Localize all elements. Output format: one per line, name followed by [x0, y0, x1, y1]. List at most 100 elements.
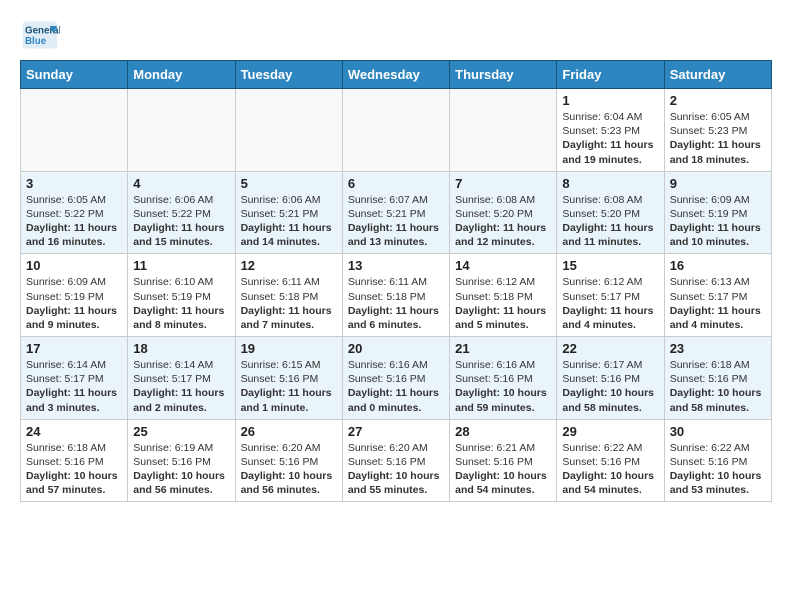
day-number: 17 — [26, 341, 122, 356]
calendar-week-row: 10 Sunrise: 6:09 AMSunset: 5:19 PMDayligh… — [21, 254, 772, 337]
logo-icon: General Blue — [20, 20, 60, 50]
day-detail: Sunrise: 6:04 AMSunset: 5:23 PMDaylight:… — [562, 110, 658, 167]
calendar-cell: 26 Sunrise: 6:20 AMSunset: 5:16 PMDayligh… — [235, 419, 342, 502]
calendar-cell: 29 Sunrise: 6:22 AMSunset: 5:16 PMDayligh… — [557, 419, 664, 502]
calendar-cell — [342, 89, 449, 172]
day-number: 16 — [670, 258, 766, 273]
calendar-cell: 5 Sunrise: 6:06 AMSunset: 5:21 PMDaylight… — [235, 171, 342, 254]
calendar-cell — [21, 89, 128, 172]
calendar-cell — [450, 89, 557, 172]
day-number: 13 — [348, 258, 444, 273]
svg-text:Blue: Blue — [25, 36, 47, 47]
day-number: 26 — [241, 424, 337, 439]
day-detail: Sunrise: 6:18 AMSunset: 5:16 PMDaylight:… — [670, 358, 766, 415]
day-detail: Sunrise: 6:22 AMSunset: 5:16 PMDaylight:… — [670, 441, 766, 498]
page-header: General Blue — [20, 20, 772, 50]
calendar-cell: 7Sunrise: 6:08 AMSunset: 5:20 PMDaylight… — [450, 171, 557, 254]
day-detail: Sunrise: 6:14 AMSunset: 5:17 PMDaylight:… — [26, 358, 122, 415]
day-detail: Sunrise: 6:06 AMSunset: 5:22 PMDaylight:… — [133, 193, 229, 250]
day-detail: Sunrise: 6:13 AMSunset: 5:17 PMDaylight:… — [670, 275, 766, 332]
calendar-cell: 25 Sunrise: 6:19 AMSunset: 5:16 PMDayligh… — [128, 419, 235, 502]
calendar-cell: 2 Sunrise: 6:05 AMSunset: 5:23 PMDaylight… — [664, 89, 771, 172]
weekday-header-tuesday: Tuesday — [235, 61, 342, 89]
day-detail: Sunrise: 6:16 AMSunset: 5:16 PMDaylight:… — [348, 358, 444, 415]
calendar-week-row: 17 Sunrise: 6:14 AMSunset: 5:17 PMDayligh… — [21, 337, 772, 420]
calendar-cell: 11Sunrise: 6:10 AMSunset: 5:19 PMDayligh… — [128, 254, 235, 337]
weekday-header-wednesday: Wednesday — [342, 61, 449, 89]
calendar-cell: 9 Sunrise: 6:09 AMSunset: 5:19 PMDaylight… — [664, 171, 771, 254]
day-number: 23 — [670, 341, 766, 356]
calendar-cell: 23 Sunrise: 6:18 AMSunset: 5:16 PMDayligh… — [664, 337, 771, 420]
day-number: 27 — [348, 424, 444, 439]
day-detail: Sunrise: 6:12 AMSunset: 5:17 PMDaylight:… — [562, 275, 658, 332]
day-detail: Sunrise: 6:21 AMSunset: 5:16 PMDaylight:… — [455, 441, 551, 498]
day-number: 10 — [26, 258, 122, 273]
day-number: 2 — [670, 93, 766, 108]
calendar-cell: 17 Sunrise: 6:14 AMSunset: 5:17 PMDayligh… — [21, 337, 128, 420]
day-detail: Sunrise: 6:20 AMSunset: 5:16 PMDaylight:… — [348, 441, 444, 498]
day-detail: Sunrise: 6:15 AMSunset: 5:16 PMDaylight:… — [241, 358, 337, 415]
day-number: 22 — [562, 341, 658, 356]
day-number: 14 — [455, 258, 551, 273]
day-number: 6 — [348, 176, 444, 191]
day-number: 9 — [670, 176, 766, 191]
day-detail: Sunrise: 6:17 AMSunset: 5:16 PMDaylight:… — [562, 358, 658, 415]
calendar-cell: 1 Sunrise: 6:04 AMSunset: 5:23 PMDaylight… — [557, 89, 664, 172]
calendar-cell: 14 Sunrise: 6:12 AMSunset: 5:18 PMDayligh… — [450, 254, 557, 337]
calendar-cell: 10 Sunrise: 6:09 AMSunset: 5:19 PMDayligh… — [21, 254, 128, 337]
logo: General Blue — [20, 20, 66, 50]
day-number: 24 — [26, 424, 122, 439]
calendar-cell: 12 Sunrise: 6:11 AMSunset: 5:18 PMDayligh… — [235, 254, 342, 337]
day-detail: Sunrise: 6:20 AMSunset: 5:16 PMDaylight:… — [241, 441, 337, 498]
calendar-cell: 16 Sunrise: 6:13 AMSunset: 5:17 PMDayligh… — [664, 254, 771, 337]
calendar-cell: 24 Sunrise: 6:18 AMSunset: 5:16 PMDayligh… — [21, 419, 128, 502]
calendar-cell: 20Sunrise: 6:16 AMSunset: 5:16 PMDayligh… — [342, 337, 449, 420]
day-detail: Sunrise: 6:11 AMSunset: 5:18 PMDaylight:… — [241, 275, 337, 332]
day-detail: Sunrise: 6:16 AMSunset: 5:16 PMDaylight:… — [455, 358, 551, 415]
day-detail: Sunrise: 6:05 AMSunset: 5:22 PMDaylight:… — [26, 193, 122, 250]
calendar-cell: 28 Sunrise: 6:21 AMSunset: 5:16 PMDayligh… — [450, 419, 557, 502]
calendar-cell: 6 Sunrise: 6:07 AMSunset: 5:21 PMDaylight… — [342, 171, 449, 254]
day-number: 28 — [455, 424, 551, 439]
calendar-cell: 18 Sunrise: 6:14 AMSunset: 5:17 PMDayligh… — [128, 337, 235, 420]
day-number: 25 — [133, 424, 229, 439]
weekday-header-friday: Friday — [557, 61, 664, 89]
day-detail: Sunrise: 6:12 AMSunset: 5:18 PMDaylight:… — [455, 275, 551, 332]
day-detail: Sunrise: 6:09 AMSunset: 5:19 PMDaylight:… — [26, 275, 122, 332]
calendar-cell: 3 Sunrise: 6:05 AMSunset: 5:22 PMDaylight… — [21, 171, 128, 254]
calendar-cell — [128, 89, 235, 172]
day-number: 7 — [455, 176, 551, 191]
calendar-cell: 21 Sunrise: 6:16 AMSunset: 5:16 PMDayligh… — [450, 337, 557, 420]
calendar-cell: 30Sunrise: 6:22 AMSunset: 5:16 PMDayligh… — [664, 419, 771, 502]
calendar-week-row: 1 Sunrise: 6:04 AMSunset: 5:23 PMDaylight… — [21, 89, 772, 172]
day-detail: Sunrise: 6:08 AMSunset: 5:20 PMDaylight:… — [562, 193, 658, 250]
day-number: 15 — [562, 258, 658, 273]
day-detail: Sunrise: 6:14 AMSunset: 5:17 PMDaylight:… — [133, 358, 229, 415]
day-number: 11 — [133, 258, 229, 273]
weekday-header-monday: Monday — [128, 61, 235, 89]
day-number: 5 — [241, 176, 337, 191]
day-detail: Sunrise: 6:07 AMSunset: 5:21 PMDaylight:… — [348, 193, 444, 250]
calendar-cell: 27 Sunrise: 6:20 AMSunset: 5:16 PMDayligh… — [342, 419, 449, 502]
day-number: 4 — [133, 176, 229, 191]
day-number: 21 — [455, 341, 551, 356]
day-number: 29 — [562, 424, 658, 439]
day-detail: Sunrise: 6:11 AMSunset: 5:18 PMDaylight:… — [348, 275, 444, 332]
calendar-week-row: 3 Sunrise: 6:05 AMSunset: 5:22 PMDaylight… — [21, 171, 772, 254]
day-number: 18 — [133, 341, 229, 356]
day-detail: Sunrise: 6:09 AMSunset: 5:19 PMDaylight:… — [670, 193, 766, 250]
day-detail: Sunrise: 6:06 AMSunset: 5:21 PMDaylight:… — [241, 193, 337, 250]
day-number: 12 — [241, 258, 337, 273]
calendar-cell: 8Sunrise: 6:08 AMSunset: 5:20 PMDaylight… — [557, 171, 664, 254]
calendar-cell — [235, 89, 342, 172]
day-number: 19 — [241, 341, 337, 356]
day-detail: Sunrise: 6:18 AMSunset: 5:16 PMDaylight:… — [26, 441, 122, 498]
weekday-header-saturday: Saturday — [664, 61, 771, 89]
day-detail: Sunrise: 6:22 AMSunset: 5:16 PMDaylight:… — [562, 441, 658, 498]
day-number: 3 — [26, 176, 122, 191]
day-detail: Sunrise: 6:19 AMSunset: 5:16 PMDaylight:… — [133, 441, 229, 498]
day-detail: Sunrise: 6:05 AMSunset: 5:23 PMDaylight:… — [670, 110, 766, 167]
day-number: 1 — [562, 93, 658, 108]
calendar-cell: 15 Sunrise: 6:12 AMSunset: 5:17 PMDayligh… — [557, 254, 664, 337]
calendar-cell: 4 Sunrise: 6:06 AMSunset: 5:22 PMDaylight… — [128, 171, 235, 254]
